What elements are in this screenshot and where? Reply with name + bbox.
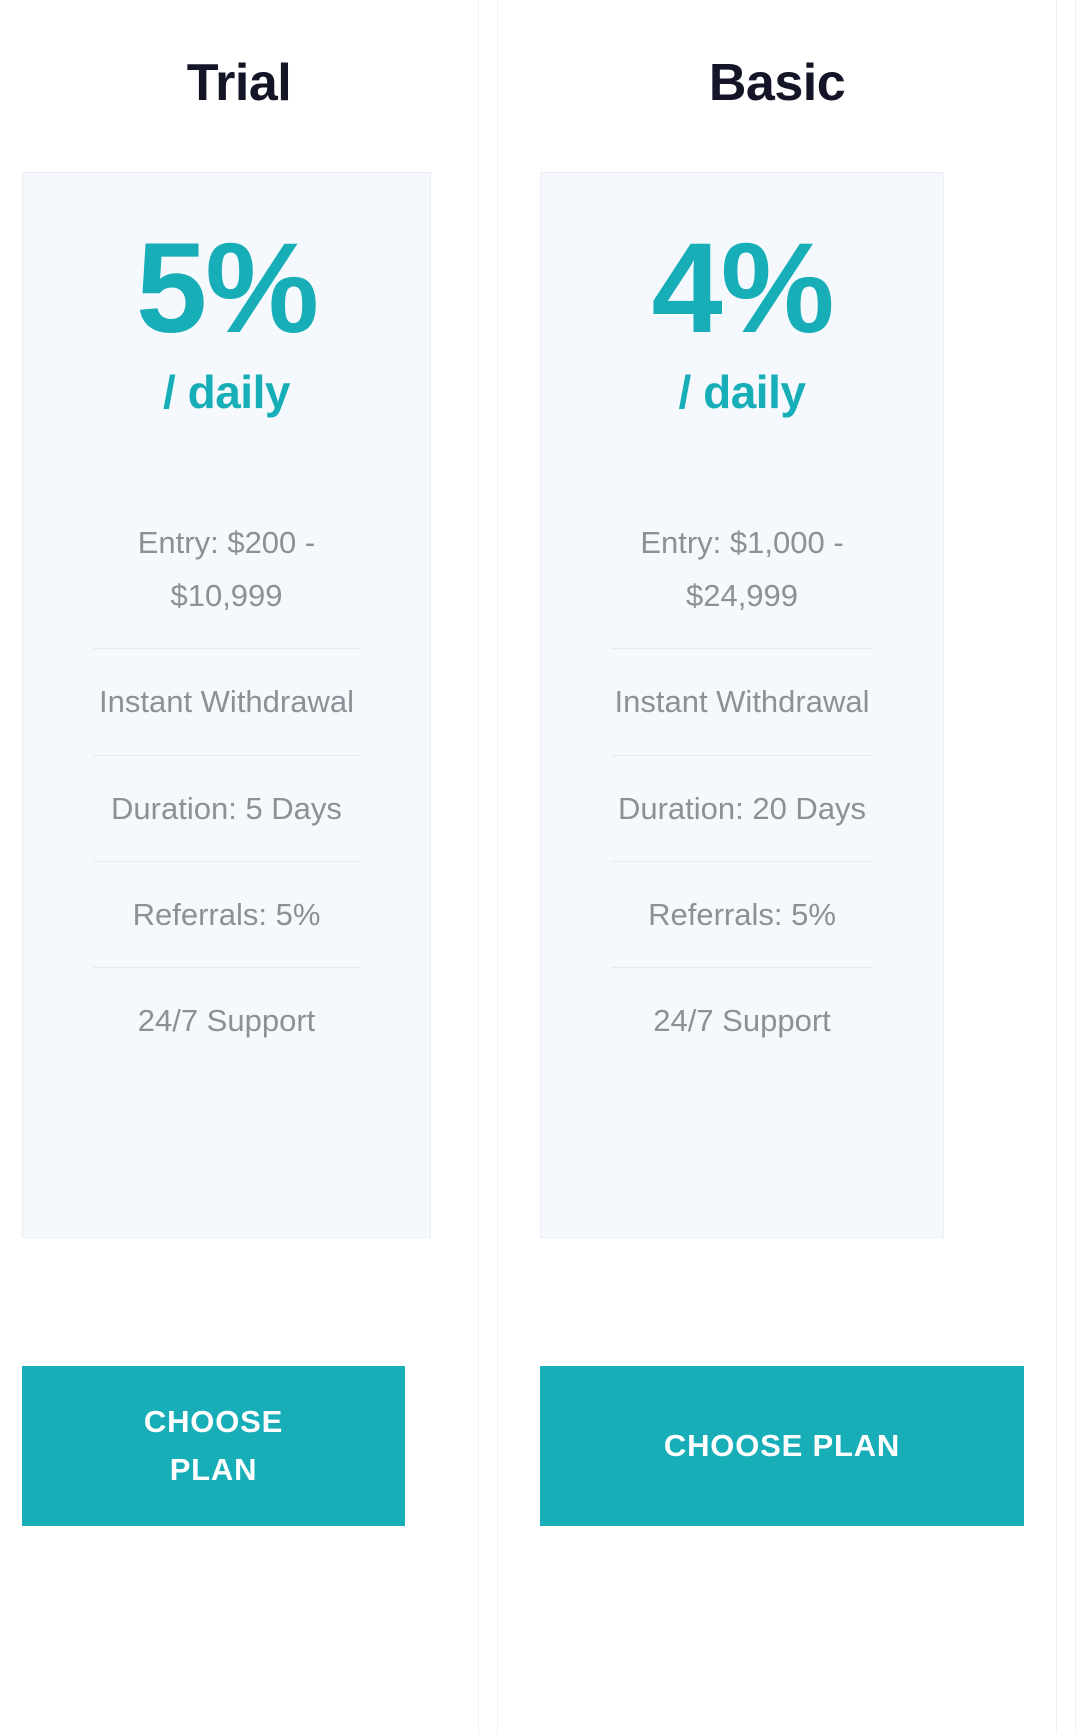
plan-feature-duration: Duration: 5 Days <box>93 754 360 861</box>
plan-slide-basic: Basic 4% / daily Entry: $1,000 - $24,999… <box>498 0 1056 1734</box>
plan-feature-list: Entry: $1,000 - $24,999 Instant Withdraw… <box>541 490 943 1074</box>
plan-feature-support: 24/7 Support <box>93 967 360 1073</box>
plan-feature-list: Entry: $200 - $10,999 Instant Withdrawal… <box>23 490 430 1074</box>
pricing-plan-trial: Trial 5% / daily Entry: $200 - $10,999 I… <box>0 0 478 1734</box>
plan-rate-value: 5% <box>136 217 319 360</box>
plan-feature-duration: Duration: 20 Days <box>611 754 873 861</box>
plan-feature-withdrawal: Instant Withdrawal <box>93 648 360 754</box>
slide-separator <box>478 0 479 1734</box>
choose-plan-button-label: CHOOSE PLAN <box>143 1403 284 1487</box>
plan-card: 4% / daily Entry: $1,000 - $24,999 Insta… <box>540 172 944 1238</box>
plan-feature-entry: Entry: $200 - $10,999 <box>137 524 316 613</box>
plan-rate-period: / daily <box>678 366 806 418</box>
slide-separator <box>1056 0 1057 1734</box>
plan-feature-withdrawal: Instant Withdrawal <box>611 648 873 754</box>
plan-rate-value: 4% <box>651 217 835 360</box>
plan-feature-referrals: Referrals: 5% <box>93 860 360 967</box>
plan-feature-support: 24/7 Support <box>611 967 873 1073</box>
plan-rate: 5% / daily <box>23 173 430 418</box>
choose-plan-button[interactable]: CHOOSE PLAN <box>22 1366 405 1526</box>
plan-rate-period: / daily <box>163 366 290 418</box>
plan-rate: 4% / daily <box>541 173 943 418</box>
pricing-plan-basic: Basic 4% / daily Entry: $1,000 - $24,999… <box>498 0 1056 1734</box>
plan-feature-referrals: Referrals: 5% <box>611 860 873 967</box>
plan-title: Trial <box>186 54 292 112</box>
plan-card: 5% / daily Entry: $200 - $10,999 Instant… <box>22 172 431 1238</box>
choose-plan-button[interactable]: CHOOSE PLAN <box>540 1366 1024 1526</box>
pricing-plans-carousel: Trial 5% / daily Entry: $200 - $10,999 I… <box>0 0 1080 1734</box>
plan-title: Basic <box>708 54 846 112</box>
slide-separator <box>1075 0 1076 1734</box>
plan-slide-trial: Trial 5% / daily Entry: $200 - $10,999 I… <box>0 0 478 1734</box>
plan-feature-entry: Entry: $1,000 - $24,999 <box>640 524 844 613</box>
choose-plan-button-label: CHOOSE PLAN <box>663 1427 901 1463</box>
